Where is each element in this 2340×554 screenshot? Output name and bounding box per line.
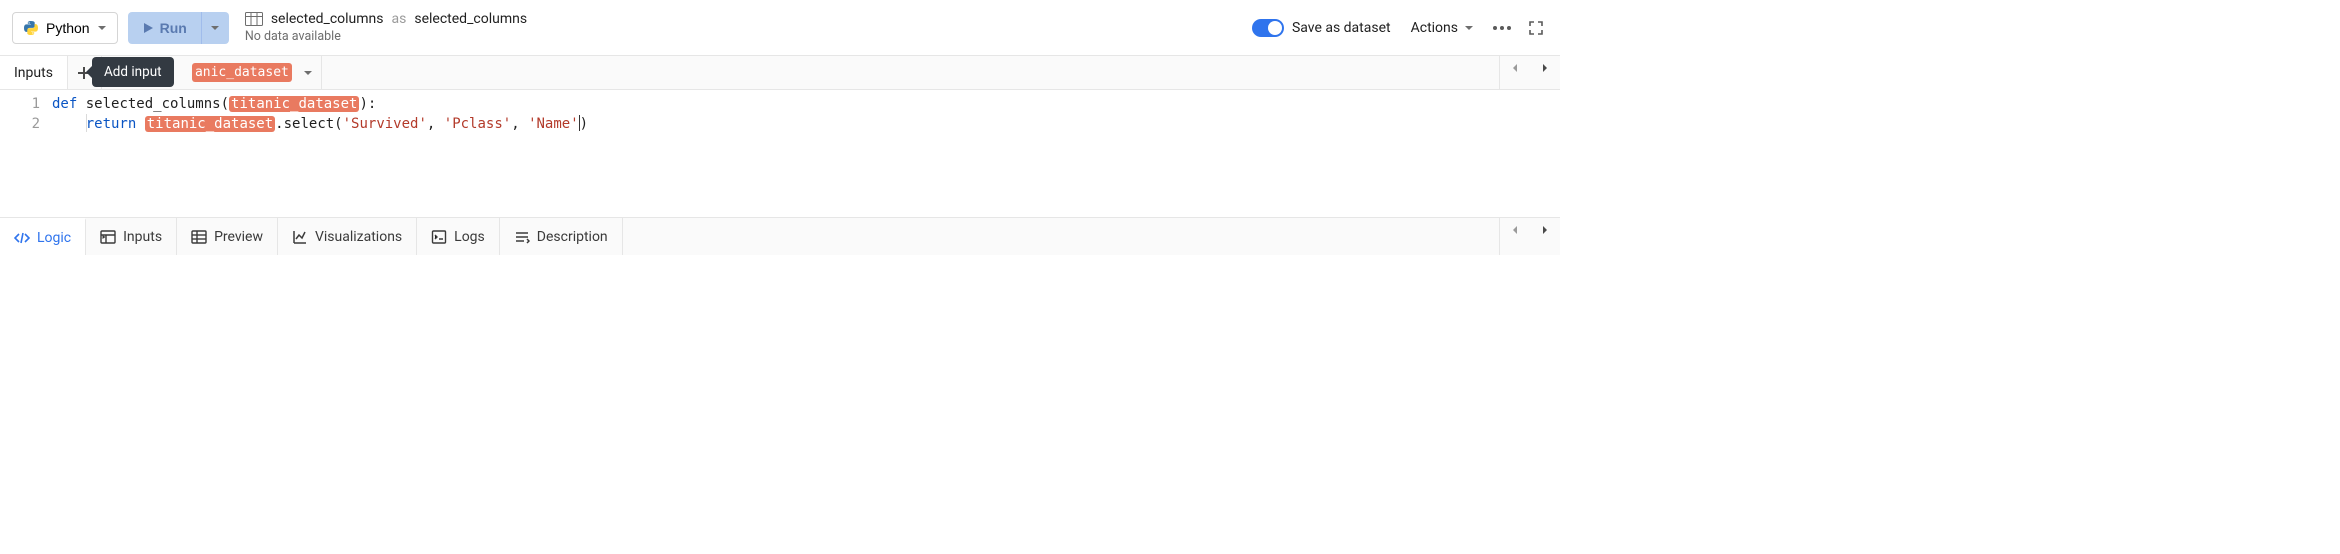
output-name: selected_columns	[271, 11, 384, 27]
caret-down-icon	[1464, 23, 1474, 33]
tab-logs[interactable]: Logs	[417, 218, 500, 255]
caret-right-icon	[1540, 63, 1550, 73]
title-as: as	[392, 11, 407, 27]
line-number: 2	[0, 114, 40, 134]
inputs-label: Inputs	[0, 56, 68, 89]
run-label: Run	[160, 20, 187, 36]
play-icon	[142, 22, 154, 34]
expand-button[interactable]	[1524, 16, 1548, 40]
tabs-nav	[1499, 218, 1560, 255]
code-line-2: return titanic_dataset.select('Survived'…	[52, 114, 588, 134]
save-toggle-label: Save as dataset	[1292, 20, 1391, 36]
tab-label: Logic	[37, 230, 71, 246]
caret-left-icon	[1510, 63, 1520, 73]
inputs-prev[interactable]	[1500, 56, 1530, 80]
language-label: Python	[46, 20, 90, 36]
tab-label: Preview	[214, 229, 263, 245]
tab-inputs[interactable]: Inputs	[86, 218, 177, 255]
preview-icon	[191, 229, 207, 245]
run-button-group: Run	[128, 12, 229, 44]
tab-label: Visualizations	[315, 229, 402, 245]
tab-preview[interactable]: Preview	[177, 218, 278, 255]
inputs-nav	[1499, 56, 1560, 89]
tab-description[interactable]: Description	[500, 218, 623, 255]
inputs-icon	[100, 229, 116, 245]
language-selector[interactable]: Python	[12, 12, 118, 44]
add-input-tooltip: Add input	[92, 57, 174, 87]
tabs-prev[interactable]	[1500, 218, 1530, 242]
code-lines: def selected_columns(titanic_dataset): r…	[52, 94, 588, 217]
tab-label: Logs	[454, 229, 485, 245]
logs-icon	[431, 229, 447, 245]
more-menu[interactable]	[1490, 16, 1514, 40]
tab-label: Inputs	[123, 229, 162, 245]
code-icon	[14, 230, 30, 246]
tab-logic[interactable]: Logic	[0, 218, 86, 255]
tabs-next[interactable]	[1530, 218, 1560, 242]
top-toolbar: Python Run selected_columns as selected_…	[0, 0, 1560, 56]
line-number: 1	[0, 94, 40, 114]
table-icon	[245, 12, 263, 26]
inputs-bar: Inputs Add input anic_dataset	[0, 56, 1560, 90]
caret-down-icon	[210, 23, 220, 33]
output-alias: selected_columns	[414, 11, 527, 27]
code-line-1: def selected_columns(titanic_dataset):	[52, 94, 588, 114]
expand-icon	[1528, 20, 1544, 36]
output-title-block: selected_columns as selected_columns No …	[245, 11, 527, 44]
tab-label: Description	[537, 229, 608, 245]
actions-menu[interactable]: Actions	[1411, 20, 1474, 36]
inputs-next[interactable]	[1530, 56, 1560, 80]
caret-right-icon	[1540, 225, 1550, 235]
input-chip[interactable]: anic_dataset	[192, 56, 322, 89]
toggle-switch-on[interactable]	[1252, 19, 1284, 37]
actions-label: Actions	[1411, 20, 1458, 36]
caret-down-icon	[303, 68, 313, 78]
save-as-dataset-toggle[interactable]: Save as dataset	[1252, 19, 1391, 37]
line-gutter: 1 2	[0, 94, 52, 217]
description-icon	[514, 229, 530, 245]
input-chip-label: anic_dataset	[192, 63, 292, 82]
run-dropdown[interactable]	[201, 12, 229, 44]
ellipsis-icon	[1492, 25, 1512, 31]
output-subtitle: No data available	[245, 29, 527, 44]
caret-down-icon	[97, 23, 107, 33]
chart-icon	[292, 229, 308, 245]
bottom-tabs: Logic Inputs Preview Visualizations Logs…	[0, 217, 1560, 255]
python-icon	[23, 20, 39, 36]
tab-visualizations[interactable]: Visualizations	[278, 218, 417, 255]
run-button[interactable]: Run	[128, 12, 201, 44]
code-editor[interactable]: 1 2 def selected_columns(titanic_dataset…	[0, 90, 1560, 217]
caret-left-icon	[1510, 225, 1520, 235]
